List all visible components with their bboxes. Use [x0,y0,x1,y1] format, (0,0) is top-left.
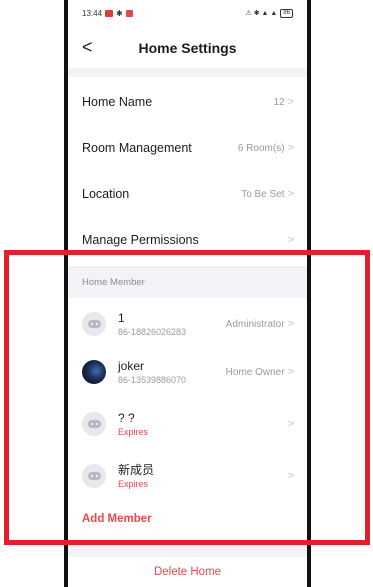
member-role: Administrator [225,318,285,330]
user-photo-avatar [82,360,106,384]
add-member-button[interactable]: Add Member [82,513,152,525]
setting-label: Manage Permissions [82,233,199,247]
app-screen: 13:44 ✱ ⚠ ✱ ▲ ▲ 86 < Home Settings Home … [68,0,307,587]
notification-icon: ✱ [116,8,123,18]
member-name: joker [118,358,145,373]
member-expires-label: Expires [118,478,149,489]
chevron-right-icon: > [287,318,294,330]
member-role: Home Owner [225,366,285,378]
battery-icon: 86 [280,8,293,18]
member-row[interactable]: 1 86-18826026283 Administrator > [68,301,307,347]
chevron-right-icon: > [287,418,294,430]
default-avatar-icon [82,312,106,336]
default-avatar-icon [82,412,106,436]
member-name: 1 [118,310,125,325]
divider [68,545,307,557]
member-phone: 86-13539886070 [118,374,187,385]
chevron-right-icon: > [287,142,294,154]
setting-label: Home Name [82,95,153,109]
phone-frame-right [307,0,311,587]
chevron-right-icon: > [287,366,294,378]
member-phone: 86-18826026283 [118,326,187,337]
notification-icon [125,9,133,17]
header: < Home Settings [68,33,307,63]
setting-home-name[interactable]: Home Name 12 > [68,88,307,116]
setting-location[interactable]: Location To Be Set > [68,180,307,208]
status-icons: ⚠ ✱ ▲ ▲ [245,10,278,17]
setting-room-management[interactable]: Room Management 6 Room(s) > [68,134,307,162]
member-row[interactable]: ? ? Expires > [68,401,307,447]
default-avatar-icon [82,464,106,488]
delete-home-button[interactable]: Delete Home [68,566,307,578]
setting-manage-permissions[interactable]: Manage Permissions > [68,226,307,254]
member-row[interactable]: joker 86-13539886070 Home Owner > [68,349,307,395]
chevron-right-icon: > [287,234,294,246]
divider [68,68,307,77]
member-name: 新成员 [118,462,155,477]
setting-label: Location [82,187,130,201]
section-header-home-member: Home Member [68,266,307,298]
chevron-right-icon: > [287,96,294,108]
member-name: ? ? [118,410,135,425]
status-bar: 13:44 ✱ ⚠ ✱ ▲ ▲ 86 [68,0,307,26]
member-row[interactable]: 新成员 Expires > [68,453,307,499]
chevron-right-icon: > [287,188,294,200]
setting-value: To Be Set [241,188,285,200]
setting-label: Room Management [82,141,192,155]
member-expires-label: Expires [118,426,149,437]
back-chevron-icon[interactable]: < [82,37,93,58]
status-time: 13:44 [82,8,103,18]
page-title: Home Settings [138,40,237,56]
setting-value: 6 Room(s) [237,142,285,154]
chevron-right-icon: > [287,470,294,482]
notification-icon [105,9,114,17]
setting-value: 12 [273,96,285,108]
